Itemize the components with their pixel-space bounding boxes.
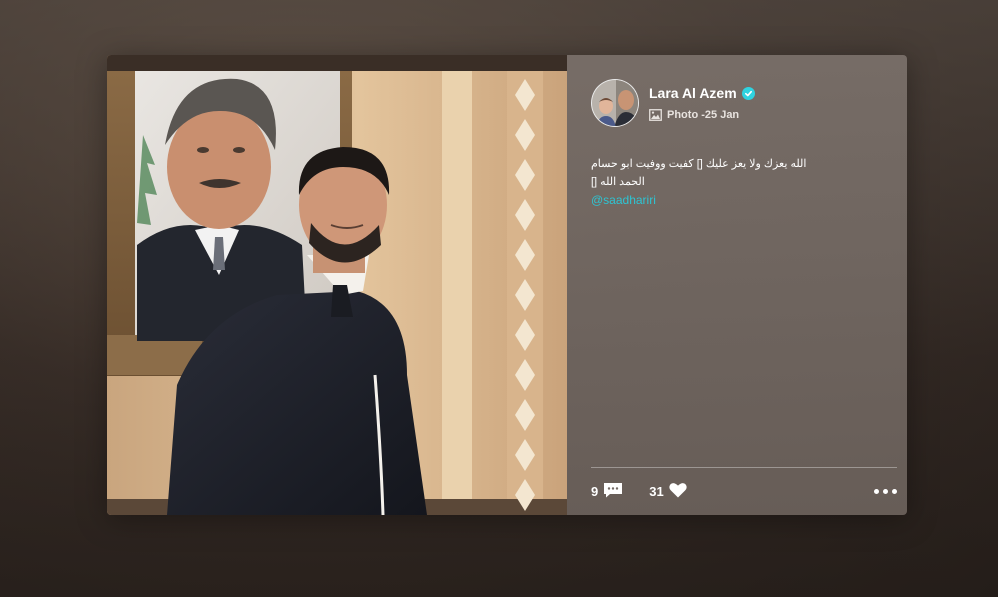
dot xyxy=(892,488,897,494)
post-type-label: Photo xyxy=(667,109,699,121)
photo-illustration xyxy=(107,55,567,515)
author-name[interactable]: Lara Al Azem xyxy=(649,85,737,101)
post-date[interactable]: 25 Jan xyxy=(705,109,739,121)
post-type-row: Photo - 25 Jan xyxy=(649,109,755,121)
divider xyxy=(591,467,897,468)
heart-icon xyxy=(669,482,687,501)
dot xyxy=(883,488,888,494)
caption-line-2: [] الحمد الله xyxy=(591,176,645,188)
likes-button[interactable]: 31 xyxy=(649,482,687,501)
verified-check-icon xyxy=(741,86,755,100)
meta-separator: - xyxy=(698,109,705,121)
post-photo[interactable] xyxy=(107,55,567,515)
comment-icon xyxy=(603,482,623,501)
more-dots-icon[interactable] xyxy=(870,485,897,498)
post-card: Lara Al Azem Photo - 25 Jan الله يعزك ول… xyxy=(107,55,907,515)
likes-count: 31 xyxy=(649,483,664,499)
comments-button[interactable]: 9 xyxy=(591,482,623,501)
post-actions: 9 31 xyxy=(591,480,897,502)
author-meta: Lara Al Azem Photo - 25 Jan xyxy=(649,85,755,121)
caption-line-1: الله يعزك ولا يعز عليك [] كفيت ووفيت ابو… xyxy=(591,158,807,170)
author-row: Lara Al Azem xyxy=(649,85,755,101)
post-caption: الله يعزك ولا يعز عليك [] كفيت ووفيت ابو… xyxy=(591,155,881,209)
mention-link[interactable]: @saadhariri xyxy=(591,191,881,209)
dot xyxy=(874,488,879,494)
post-details-panel: Lara Al Azem Photo - 25 Jan الله يعزك ول… xyxy=(567,55,907,515)
photo-icon xyxy=(649,109,662,121)
avatar[interactable] xyxy=(591,79,639,127)
comments-count: 9 xyxy=(591,483,599,499)
post-header: Lara Al Azem Photo - 25 Jan xyxy=(591,79,755,127)
avatar-image xyxy=(592,80,638,126)
